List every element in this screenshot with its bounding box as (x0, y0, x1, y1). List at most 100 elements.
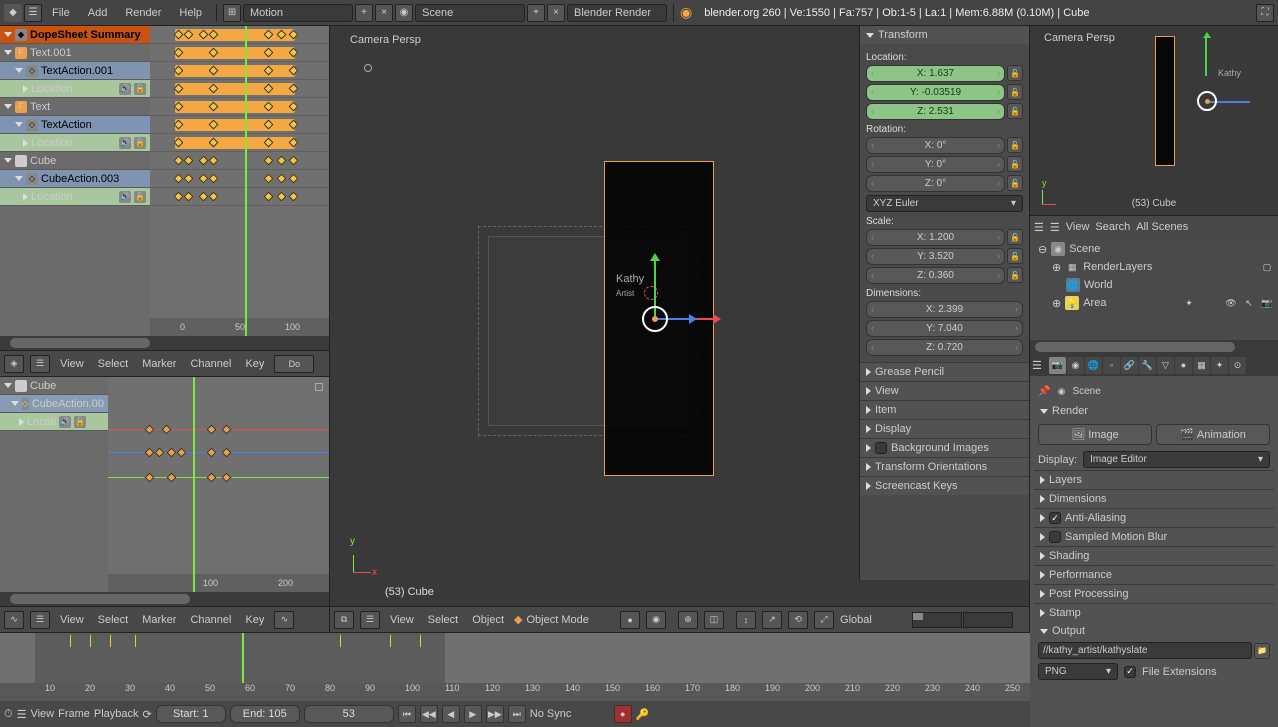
output-path-field[interactable]: //kathy_artist/kathyslate (1038, 642, 1252, 659)
header-view[interactable]: View (386, 612, 418, 628)
end-frame-field[interactable]: End: 105 (230, 705, 300, 723)
editor-type-icon[interactable]: ☰ (1032, 359, 1048, 372)
orientation-selector[interactable]: Global (840, 614, 900, 626)
manipulator-toggle-icon[interactable]: ↕ (736, 611, 756, 629)
header-view[interactable]: View (1066, 221, 1090, 233)
jump-end-button[interactable]: ⏭ (508, 705, 526, 723)
rotate-icon[interactable]: ⟲ (788, 611, 808, 629)
graph-ruler[interactable]: 100 200 (108, 574, 329, 592)
editor-type-icon[interactable]: ◈ (4, 355, 24, 373)
material-tab[interactable]: ● (1175, 357, 1192, 374)
timeline-ruler[interactable]: 1020304050607080901001101201301401501601… (0, 683, 1030, 701)
header-view[interactable]: View (56, 612, 88, 628)
play-button[interactable]: ▶ (464, 705, 482, 723)
grease-pencil-panel[interactable]: Grease Pencil (860, 362, 1029, 381)
outliner-world-row[interactable]: 🌐World (1034, 276, 1274, 294)
keyframe-prev-button[interactable]: ◀◀ (420, 705, 438, 723)
lock-icon[interactable]: 🔓 (1007, 137, 1023, 153)
format-selector[interactable]: PNG▾ (1038, 663, 1118, 680)
editor-type-icon[interactable]: ⧉ (334, 611, 354, 629)
menu-toggle-icon[interactable]: ☰ (30, 611, 50, 629)
rotation-x-field[interactable]: ‹X: 0°› (866, 137, 1005, 154)
layers-panel[interactable]: Layers (1034, 470, 1274, 489)
selectable-icon[interactable]: ↖ (1242, 296, 1256, 310)
menu-add[interactable]: Add (80, 3, 116, 23)
texture-tab[interactable]: ▦ (1193, 357, 1210, 374)
header-key[interactable]: Key (241, 612, 268, 628)
rotation-mode-selector[interactable]: XYZ Euler▾ (866, 195, 1023, 212)
fullscreen-button[interactable]: ⛶ (1256, 4, 1274, 22)
header-view[interactable]: View (30, 708, 54, 720)
checkbox-icon[interactable] (1049, 531, 1061, 543)
lock-icon[interactable]: 🔓 (1007, 267, 1023, 283)
constraints-tab[interactable]: 🔗 (1121, 357, 1138, 374)
header-channel[interactable]: Channel (186, 356, 235, 372)
range-icon[interactable]: ⟳ (143, 708, 152, 721)
file-browser-icon[interactable]: 📁 (1254, 643, 1270, 659)
item-panel[interactable]: Item (860, 400, 1029, 419)
checkbox-checked-icon[interactable]: ✓ (1124, 666, 1136, 678)
scene-tab[interactable]: ◉ (1067, 357, 1084, 374)
speaker-icon[interactable]: 🔊 (119, 191, 131, 203)
display-panel[interactable]: Display (860, 419, 1029, 438)
menu-file[interactable]: File (44, 3, 78, 23)
shading-selector-icon[interactable]: ◉ (646, 611, 666, 629)
render-animation-button[interactable]: 🎬Animation (1156, 424, 1270, 445)
lock-icon[interactable]: 🔓 (74, 416, 86, 428)
menu-toggle-icon[interactable]: ☰ (17, 708, 27, 721)
lock-icon[interactable]: 🔓 (1007, 248, 1023, 264)
header-object[interactable]: Object (468, 612, 508, 628)
render-panel-header[interactable]: Render (1034, 402, 1274, 420)
header-frame[interactable]: Frame (58, 708, 90, 720)
mode-selector[interactable]: ◆Object Mode (514, 613, 614, 626)
screencast-keys-panel[interactable]: Screencast Keys (860, 476, 1029, 495)
graph-channel-row[interactable]: Locati🔊🔓 (0, 413, 108, 431)
dopesheet-action-row[interactable]: ◇TextAction (0, 116, 150, 134)
lock-icon[interactable]: 🔓 (1007, 229, 1023, 245)
frame-cursor[interactable] (193, 377, 195, 592)
mode-selector-icon[interactable]: ∿ (274, 611, 294, 629)
scene-selector-icon[interactable]: ◉ (395, 4, 413, 22)
add-scene-button[interactable]: + (527, 4, 545, 22)
sync-selector[interactable]: No Sync (530, 708, 610, 720)
menu-render[interactable]: Render (117, 3, 169, 23)
mini-3d-viewport[interactable]: Camera Persp Kathy y (53) Cube (1030, 26, 1278, 216)
filter-selector[interactable]: All Scenes (1136, 221, 1274, 233)
header-select[interactable]: Select (94, 356, 133, 372)
autokey-button[interactable]: ● (614, 705, 632, 723)
light-linking-icon[interactable]: ✦ (1182, 296, 1196, 310)
scale-x-field[interactable]: ‹X: 1.200› (866, 229, 1005, 246)
blender-icon[interactable]: ◆ (4, 4, 22, 22)
render-image-button[interactable]: 🖼Image (1038, 424, 1152, 445)
remove-scene-button[interactable]: × (547, 4, 565, 22)
header-view[interactable]: View (56, 356, 88, 372)
editor-type-icon[interactable]: ☰ (1034, 221, 1044, 234)
lock-z-icon[interactable]: 🔓 (1007, 103, 1023, 119)
speaker-icon[interactable]: 🔊 (119, 83, 131, 95)
postprocessing-panel[interactable]: Post Processing (1034, 584, 1274, 603)
dopesheet-scrollbar[interactable] (0, 336, 329, 350)
editor-type-icon[interactable]: ∿ (4, 611, 24, 629)
dim-x-field[interactable]: ‹X: 2.399› (866, 301, 1023, 318)
shading-icon[interactable]: ● (620, 611, 640, 629)
dopesheet-object-row[interactable]: ▫Cube (0, 152, 150, 170)
performance-panel[interactable]: Performance (1034, 565, 1274, 584)
lock-icon[interactable]: 🔓 (134, 137, 146, 149)
checkbox-checked-icon[interactable]: ✓ (1049, 512, 1061, 524)
visibility-icon[interactable]: 👁 (1224, 296, 1238, 310)
timeline-canvas[interactable]: 1020304050607080901001101201301401501601… (0, 633, 1030, 701)
scale-z-field[interactable]: ‹Z: 0.360› (866, 267, 1005, 284)
region-toggle-icon[interactable] (315, 383, 323, 391)
frame-cursor[interactable] (245, 26, 247, 336)
header-marker[interactable]: Marker (138, 612, 180, 628)
header-select[interactable]: Select (424, 612, 463, 628)
keying-set-icon[interactable]: 🔑 (636, 708, 650, 721)
dopesheet-channel-row[interactable]: Location🔊🔓 (0, 80, 150, 98)
graph-scrollbar[interactable] (0, 592, 329, 606)
renderable-icon[interactable]: 📷 (1260, 296, 1274, 310)
outliner-scene-row[interactable]: ⊖◉Scene (1034, 240, 1274, 258)
speaker-icon[interactable]: 🔊 (59, 416, 71, 428)
scene-field[interactable]: Scene (415, 4, 525, 22)
menu-toggle-icon[interactable]: ☰ (1050, 221, 1060, 234)
header-playback[interactable]: Playback (94, 708, 139, 720)
